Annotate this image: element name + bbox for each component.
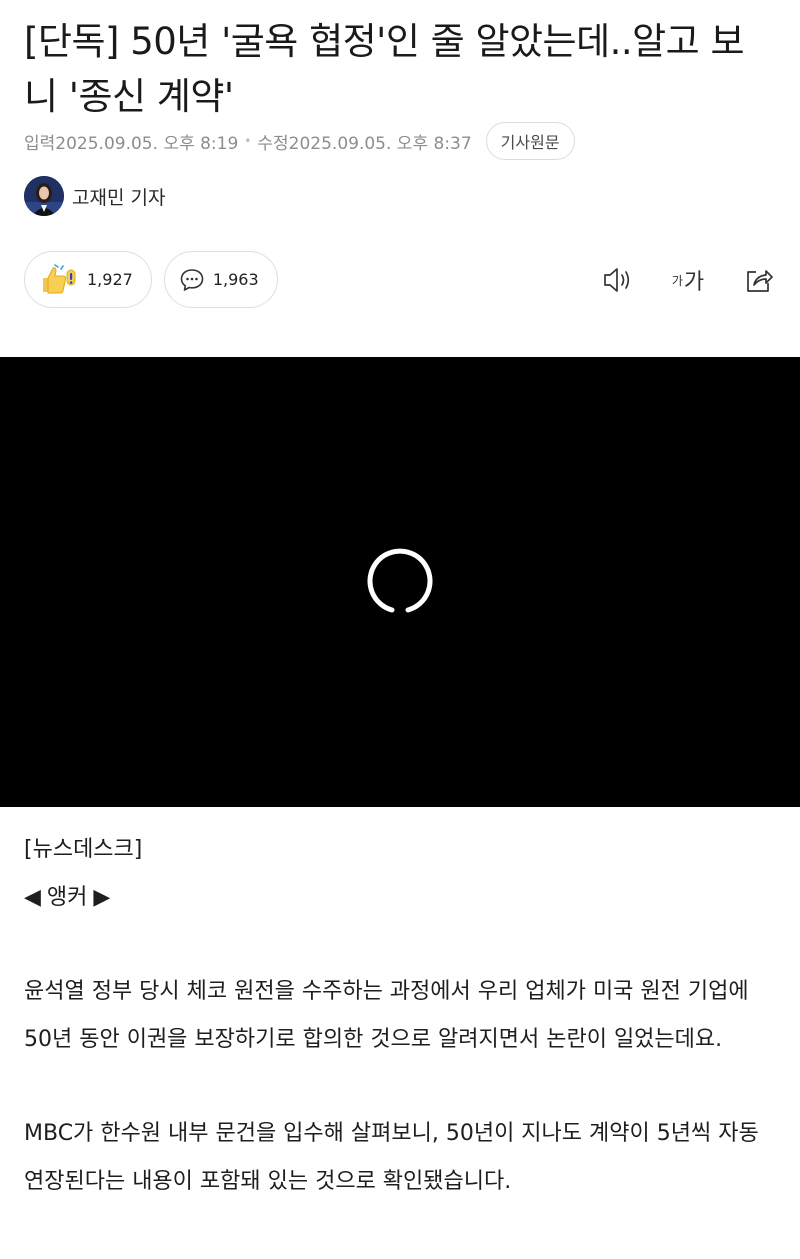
body-paragraph: MBC가 한수원 내부 문건을 입수해 살펴보니, 50년이 지나도 계약이 5…: [24, 1121, 759, 1194]
article-headline: [단독] 50년 '굴욕 협정'인 줄 알았는데..알고 보니 '종신 계약': [24, 20, 745, 118]
share-icon: [747, 270, 773, 292]
reaction-bar: 1,927 1,963: [24, 251, 278, 308]
original-article-button[interactable]: 기사원문: [485, 122, 575, 160]
like-count: 1,927: [87, 270, 133, 289]
speaker-icon: [604, 268, 630, 292]
like-button[interactable]: 1,927: [24, 251, 152, 308]
share-button[interactable]: [742, 263, 776, 297]
meta-separator: •: [244, 134, 252, 148]
article-body: [뉴스데스크] ◀ 앵커 ▶ 윤석열 정부 당시 체코 원전을 수주하는 과정에…: [24, 826, 776, 1252]
text-to-speech-button[interactable]: [600, 263, 634, 297]
anchor-right-marker: ▶: [93, 885, 111, 910]
body-paragraph: 윤석열 정부 당시 체코 원전을 수주하는 과정에서 우리 업체가 미국 원전 …: [24, 979, 749, 1052]
speech-bubble-icon: [179, 267, 205, 293]
video-player[interactable]: [0, 357, 800, 807]
published-label: 입력: [24, 133, 56, 154]
updated-label: 수정: [257, 133, 289, 154]
author-name[interactable]: 고재민 기자: [72, 183, 165, 210]
author-byline[interactable]: 고재민 기자: [24, 176, 165, 216]
article-tools: 가가: [600, 260, 776, 300]
anchor-label: 앵커: [46, 885, 88, 910]
anchor-label-row: ◀ 앵커 ▶: [24, 874, 776, 922]
anchor-left-marker: ◀: [24, 885, 41, 910]
comment-button[interactable]: 1,963: [163, 251, 278, 308]
published-time: 2025.09.05. 오후 8:19: [55, 133, 239, 154]
loading-spinner-icon: [367, 548, 433, 613]
comment-count: 1,963: [212, 270, 259, 289]
font-size-large-label: 가: [683, 270, 705, 295]
updated-time: 2025.09.05. 오후 8:37: [288, 133, 472, 154]
font-size-button[interactable]: 가가: [668, 263, 708, 297]
font-size-small-label: 가: [671, 273, 683, 288]
author-avatar[interactable]: [24, 176, 64, 216]
article-meta: 입력 2025.09.05. 오후 8:19 • 수정 2025.09.05. …: [24, 122, 575, 160]
section-tag: [뉴스데스크]: [24, 837, 143, 862]
thumbs-up-emoji-icon: [39, 263, 79, 296]
